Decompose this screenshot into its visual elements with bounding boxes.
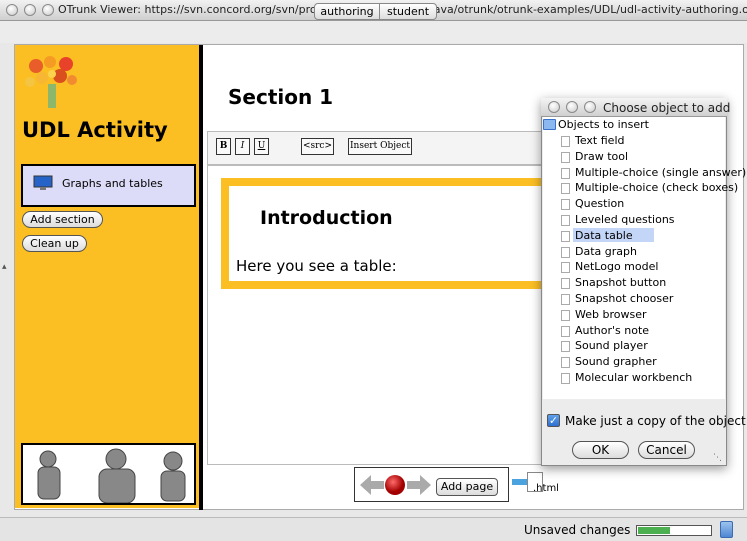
list-item[interactable]: Web browser	[575, 308, 647, 321]
sidebar-divider	[199, 45, 203, 510]
underline-button[interactable]: U	[254, 138, 269, 155]
document-icon	[561, 246, 570, 258]
collapse-arrow-icon[interactable]: ▴	[2, 262, 7, 272]
document-icon	[561, 278, 570, 290]
list-item[interactable]: Multiple-choice (single answer)	[575, 166, 746, 179]
document-icon	[561, 151, 570, 163]
clean-up-button[interactable]: Clean up	[22, 235, 87, 252]
list-item[interactable]: Snapshot button	[575, 276, 666, 289]
bold-button[interactable]: B	[216, 138, 231, 155]
document-icon	[561, 230, 570, 242]
dialog-zoom-button[interactable]	[584, 101, 596, 113]
mode-tabbar	[0, 21, 747, 43]
list-item[interactable]: Author's note	[575, 324, 649, 337]
list-item[interactable]: NetLogo model	[575, 260, 658, 273]
list-item[interactable]: Multiple-choice (check boxes)	[575, 181, 738, 194]
document-icon	[561, 309, 570, 321]
ok-button[interactable]: OK	[572, 441, 629, 459]
document-icon	[561, 373, 570, 384]
copy-checkbox-label: Make just a copy of the object	[565, 414, 746, 428]
tab-authoring[interactable]: authoring	[314, 3, 380, 20]
document-icon	[561, 183, 570, 195]
copy-checkbox[interactable]: ✓	[547, 414, 560, 427]
list-item[interactable]: Leveled questions	[575, 213, 675, 226]
intro-text: Here you see a table:	[236, 257, 397, 275]
record-icon[interactable]	[384, 474, 406, 496]
list-item[interactable]: Sound player	[575, 339, 648, 352]
resize-grip-icon[interactable]: ⋱	[713, 453, 725, 465]
list-item[interactable]: Data table	[575, 229, 633, 242]
add-page-button[interactable]: Add page	[436, 478, 498, 496]
document-icon	[561, 357, 570, 369]
trash-icon[interactable]	[720, 521, 733, 538]
unsaved-status: Unsaved changes	[524, 523, 631, 537]
activity-title: UDL Activity	[22, 118, 168, 142]
list-item[interactable]: Data graph	[575, 245, 637, 258]
html-label: .html	[533, 483, 559, 494]
folder-icon	[543, 119, 556, 130]
monitor-icon	[33, 175, 53, 191]
tree-logo-icon	[22, 52, 82, 110]
characters-illustration	[21, 443, 196, 505]
dialog-minimize-button[interactable]	[566, 101, 578, 113]
sidebar-item-label: Graphs and tables	[62, 177, 163, 190]
list-item[interactable]: Molecular workbench	[575, 371, 692, 384]
tree-root[interactable]: Objects to insert	[558, 118, 649, 131]
list-item[interactable]: Draw tool	[575, 150, 628, 163]
document-icon	[561, 325, 570, 337]
list-item[interactable]: Question	[575, 197, 624, 210]
next-arrow-icon[interactable]	[406, 474, 432, 496]
list-item[interactable]: Sound grapher	[575, 355, 657, 368]
status-bar	[0, 517, 747, 541]
italic-button[interactable]: I	[235, 138, 250, 155]
sidebar	[15, 45, 201, 508]
tab-student[interactable]: student	[379, 3, 437, 20]
cancel-button[interactable]: Cancel	[638, 441, 695, 459]
document-icon	[561, 199, 570, 211]
dialog-close-button[interactable]	[548, 101, 560, 113]
progress-fill	[638, 527, 670, 534]
insert-object-button[interactable]: Insert Object	[348, 138, 412, 155]
add-section-button[interactable]: Add section	[22, 211, 103, 228]
list-item[interactable]: Snapshot chooser	[575, 292, 673, 305]
previous-arrow-icon[interactable]	[359, 474, 385, 496]
src-button[interactable]: <src>	[301, 138, 334, 155]
document-icon	[561, 341, 570, 353]
intro-title: Introduction	[260, 207, 393, 229]
document-icon	[561, 262, 570, 274]
close-window-button[interactable]	[6, 4, 18, 16]
document-icon	[561, 294, 570, 305]
section-title: Section 1	[228, 85, 334, 109]
document-icon	[561, 167, 570, 179]
document-icon	[561, 215, 570, 226]
list-item[interactable]: Text field	[575, 134, 624, 147]
zoom-window-button[interactable]	[42, 4, 54, 16]
dialog-title: Choose object to add	[603, 101, 731, 115]
minimize-window-button[interactable]	[24, 4, 36, 16]
document-icon	[561, 136, 570, 147]
